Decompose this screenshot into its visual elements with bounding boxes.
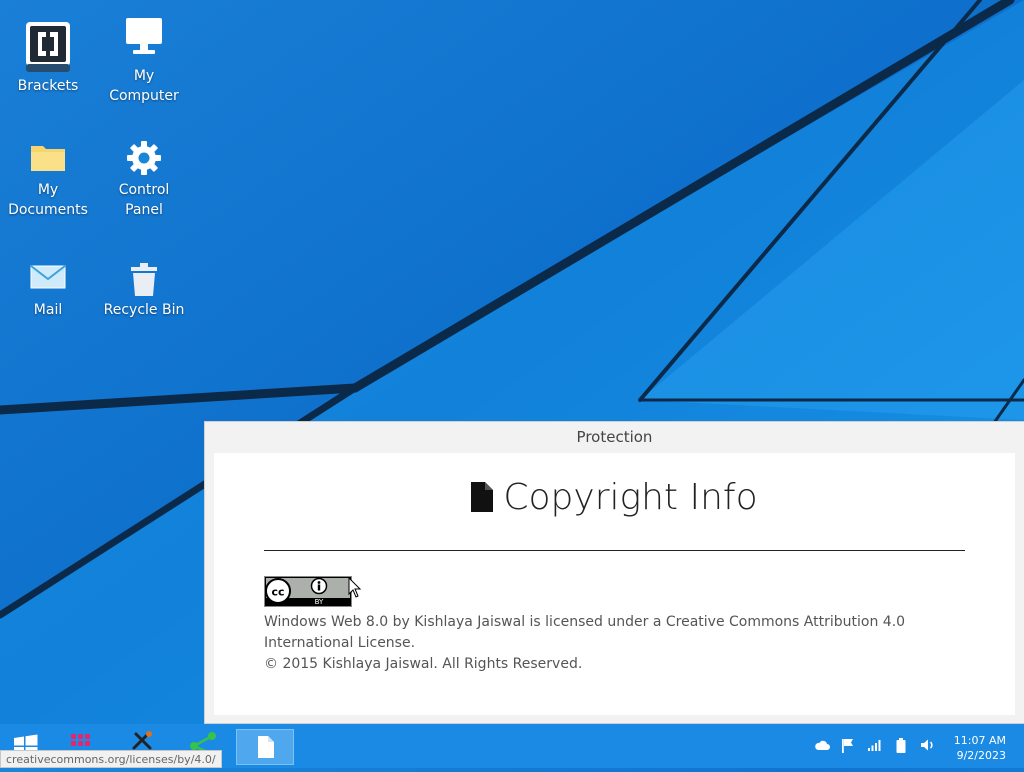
trash-icon xyxy=(131,263,157,296)
svg-text:cc: cc xyxy=(271,586,284,599)
divider xyxy=(264,550,965,551)
desktop-icon-recycle-bin[interactable]: Recycle Bin xyxy=(96,262,192,320)
clock-date: 9/2/2023 xyxy=(956,749,1006,762)
desktop-icon-label: Brackets xyxy=(17,78,79,94)
desktop-icon-brackets[interactable]: Brackets xyxy=(0,20,96,96)
dialog-body: Copyright Info cc BY Windows Web 8.0 by … xyxy=(214,453,1015,715)
taskbar-clock[interactable]: 11:07 AM 9/2/2023 xyxy=(954,733,1006,763)
monitor-icon xyxy=(126,18,162,54)
desktop-icon-my-computer[interactable]: My Computer xyxy=(96,16,192,106)
signal-icon[interactable] xyxy=(867,738,881,752)
cc-by-license-badge[interactable]: cc BY xyxy=(264,576,352,607)
volume-icon[interactable] xyxy=(920,738,936,752)
copyright-line: © 2015 Kishlaya Jaiswal. All Rights Rese… xyxy=(264,656,583,672)
mouse-cursor-icon xyxy=(348,577,362,598)
clock-time: 11:07 AM xyxy=(953,734,1006,747)
battery-icon[interactable] xyxy=(895,738,907,754)
cc-by-label: BY xyxy=(315,598,324,606)
folder-icon xyxy=(31,146,65,171)
desktop-icon-control-panel[interactable]: Control Panel xyxy=(96,140,192,220)
link-status-url: creativecommons.org/licenses/by/4.0/ xyxy=(0,750,222,768)
brackets-icon xyxy=(26,22,70,72)
desktop-icon-label: My Computer xyxy=(109,68,179,104)
document-icon xyxy=(471,482,494,512)
gear-icon xyxy=(127,141,161,175)
mail-icon xyxy=(30,265,66,289)
flag-icon[interactable] xyxy=(841,738,855,754)
desktop-icon-my-documents[interactable]: My Documents xyxy=(0,140,96,220)
license-line: Windows Web 8.0 by Kishlaya Jaiswal is l… xyxy=(264,614,906,651)
dialog-title: Protection xyxy=(576,428,653,446)
copyright-heading: Copyright Info xyxy=(214,477,1015,518)
protection-dialog: Protection Copyright Info cc BY Windows … xyxy=(204,421,1024,724)
desktop-icon-label: Recycle Bin xyxy=(103,302,185,318)
cloud-icon[interactable] xyxy=(814,738,830,752)
copyright-heading-text: Copyright Info xyxy=(503,477,758,518)
desktop-icon-label: Control Panel xyxy=(118,182,170,218)
document-icon xyxy=(258,736,274,758)
desktop-icon-mail[interactable]: Mail xyxy=(0,264,96,320)
desktop-icon-label: My Documents xyxy=(8,182,88,218)
license-text: Windows Web 8.0 by Kishlaya Jaiswal is l… xyxy=(264,612,964,675)
desktop-icon-label: Mail xyxy=(33,302,63,318)
copyright-taskbar-button[interactable] xyxy=(236,729,294,765)
